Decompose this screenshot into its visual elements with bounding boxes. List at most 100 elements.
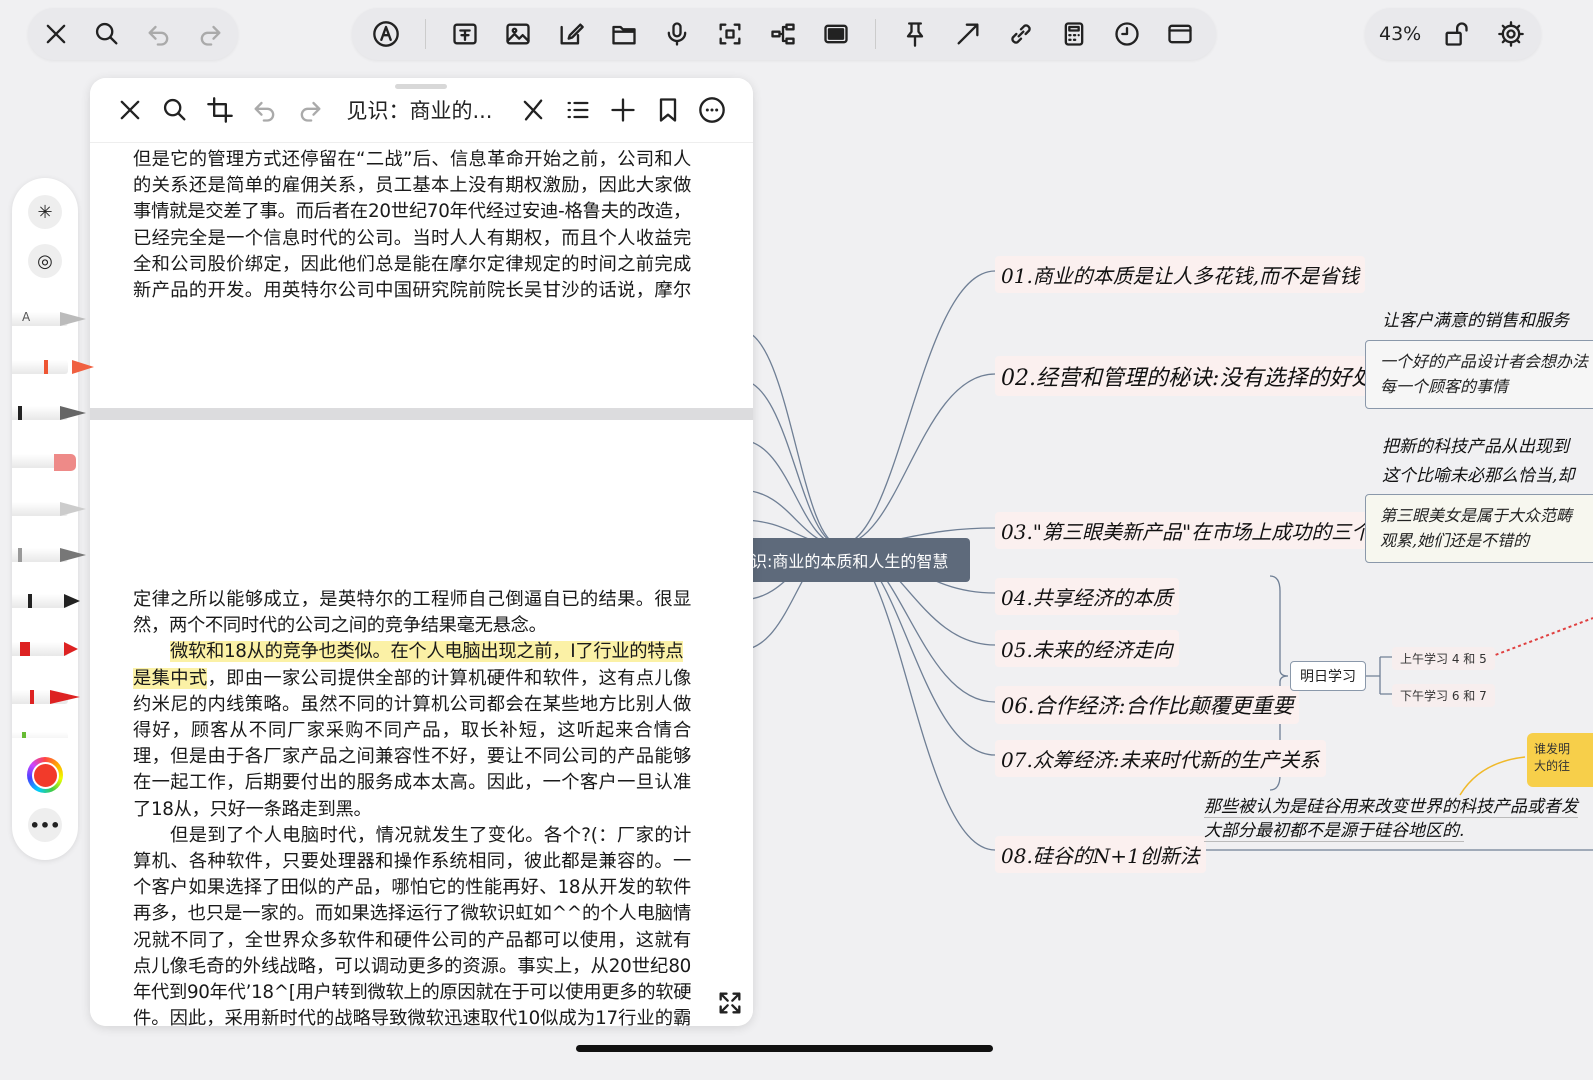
eraser-tool[interactable]: [12, 446, 78, 476]
black-fineliner-tool[interactable]: [12, 586, 80, 616]
more-tools-icon[interactable]: •••: [28, 808, 62, 842]
text-line: 在一起工作，后期要付出的服务成本太高。因此，一个客户一旦认准: [133, 770, 691, 796]
text-run: 的关系还是简单的雇佣关系，员工基本上没有期权激励，因此大家做: [133, 175, 691, 197]
mindmap-branch-05[interactable]: 05.未来的经济走向: [995, 630, 1179, 667]
text-run: 但是它的管理方式还停留在“二战”后、信息革命开始之前，公司和人: [133, 149, 691, 170]
text-run: 况就不同了，全世界众多软件和硬件公司的产品都可以使用，这就有: [133, 929, 691, 951]
text-line: 新产品的开发。用英特尔公司中国研究院前院长吴甘沙的话说，摩尔: [133, 278, 691, 304]
dotted-link: [1489, 617, 1593, 658]
branch-line-1: [839, 270, 996, 546]
text-line: 约米尼的内线策略。虽然不同的计算机公司都会在某些地方比别人做: [133, 692, 691, 718]
note-03-above[interactable]: 这个比喻未必那么恰当,却: [1382, 461, 1574, 486]
note-box-02-line: 一个好的产品设计者会想办法: [1380, 352, 1589, 371]
yellow-node[interactable]: 谁发明 大的往: [1527, 733, 1593, 787]
drag-handle[interactable]: [395, 84, 447, 89]
list-icon[interactable]: [555, 90, 600, 130]
text-pencil-tool[interactable]: A: [12, 304, 86, 334]
undo-icon[interactable]: [243, 90, 288, 130]
note-03-above[interactable]: 把新的科技产品从出现到: [1382, 432, 1569, 457]
text-line: 件。因此，采用新时代的战略导致微软迅速取代10似成为17行业的霸: [133, 1006, 691, 1026]
text-line: 已经完全是一个信息时代的公司。当时人人有期权，而且个人收益完: [133, 226, 691, 252]
fullscreen-icon[interactable]: [710, 983, 750, 1023]
note-08-line[interactable]: 大部分最初都不是源于硅谷地区的.: [1204, 816, 1465, 842]
yellow-node-line: 大的往: [1534, 759, 1571, 773]
text-run: 理，但是由于各厂家产品之间兼容性不好，要让不同公司的产品能够: [133, 746, 691, 768]
text-line: 是集中式，即由一家公司提供全部的计算机硬件和软件，这有点儿像: [133, 666, 691, 692]
text-line: 了18从，只好一条路走到黑。: [133, 797, 691, 823]
note-box-03-line: 观累,她们还是不错的: [1380, 531, 1530, 550]
text-line: 然，两个不同时代的公司之间的竞争结果毫无悬念。: [133, 613, 691, 639]
search-icon[interactable]: [153, 90, 198, 130]
page-break: [90, 408, 753, 420]
plus-icon[interactable]: [600, 90, 645, 130]
plan-node[interactable]: 明日学习: [1290, 661, 1366, 691]
text-run: 再多，也只是一家的。而如果选择运行了微软识虹如^^的个人电脑情: [133, 903, 691, 925]
plan-connector: [1366, 656, 1392, 695]
green-pen-tool[interactable]: [12, 724, 78, 738]
bookmark-icon[interactable]: [645, 90, 690, 130]
text-line: 个客户如果选择了田似的产品，哪怕它的性能再好、18从开发的软件: [133, 875, 691, 901]
text-line: 的关系还是简单的雇佣关系，员工基本上没有期权激励，因此大家做: [133, 173, 691, 199]
text-line: 得好，顾客从不同厂家采购不同产品，取长补短，这听起来合情合: [133, 718, 691, 744]
note-box-02[interactable]: 一个好的产品设计者会想办法 每一个顾客的事情: [1365, 340, 1593, 409]
text-run: 事情就是交差了事。而后者在20世纪70年代经过安迪-格鲁夫的改造，: [133, 201, 691, 223]
text-line: 但是到了个人电脑时代，情况就发生了变化。各个?(：厂家的计: [133, 823, 691, 849]
gray-fountain-pen-tool[interactable]: [12, 540, 86, 570]
yellow-node-line: 谁发明: [1534, 742, 1571, 756]
note-02-above[interactable]: 让客户满意的销售和服务: [1382, 306, 1569, 331]
color-picker[interactable]: [27, 757, 63, 793]
text-line: 全和公司股价绑定，因此他们总是能在摩尔定律规定的时间之前完成: [133, 252, 691, 278]
laser-pointer-icon[interactable]: ✳: [28, 195, 62, 229]
text-run: 年代到90年代’18^[用户转到微软上的原因就在于可以使用更多的软硬: [133, 982, 692, 1003]
text-line: 理，但是由于各厂家产品之间兼容性不好，要让不同公司的产品能够: [133, 744, 691, 770]
text-run: 新产品的开发。用英特尔公司中国研究院前院长吴甘沙的话说，摩尔: [133, 280, 691, 301]
mindmap-branch-02[interactable]: 02.经营和管理的秘诀:没有选择的好处: [995, 356, 1380, 396]
branch-line-2: [839, 373, 996, 546]
black-fountain-pen-tool[interactable]: [12, 398, 86, 428]
red-highlighter-tool[interactable]: [12, 682, 80, 712]
mindmap-branch-04[interactable]: 04.共享经济的本质: [995, 578, 1179, 615]
mindmap-branch-07[interactable]: 07.众筹经济:未来时代新的生产关系: [995, 740, 1326, 777]
note-box-02-line: 每一个顾客的事情: [1380, 377, 1509, 396]
mindmap-center-node[interactable]: 识:商业的本质和人生的智慧: [745, 538, 970, 582]
yellow-arrow: [1459, 756, 1526, 796]
pen-off-icon[interactable]: [510, 90, 555, 130]
mindmap-branch-01[interactable]: 01.商业的本质是让人多花钱,而不是省钱: [995, 256, 1366, 293]
document-page-1: 但是它的管理方式还停留在“二战”后、信息革命开始之前，公司和人 的关系还是简单的雇…: [90, 143, 753, 408]
current-color-swatch: [31, 761, 59, 789]
red-pencil-tool[interactable]: [12, 352, 94, 382]
more-icon[interactable]: [690, 90, 735, 130]
text-run: 定律之所以能够成立，是英特尔的工程师自己倒逼自已的结果。很显: [133, 589, 691, 610]
text-line: 年代到90年代’18^[用户转到微软上的原因就在于可以使用更多的软硬: [133, 980, 691, 1006]
lasso-icon[interactable]: ◎: [28, 244, 62, 278]
close-icon[interactable]: [108, 90, 153, 130]
note-box-03[interactable]: 第三眼美女是属于大众范畴 观累,她们还是不错的: [1365, 494, 1593, 563]
mindmap-branch-06[interactable]: 06.合作经济:合作比颠覆更重要: [995, 686, 1300, 724]
text-line: 定律之所以能够成立，是英特尔的工程师自己倒逼自已的结果。很显: [133, 587, 691, 613]
text-run: ，即由一家公司提供全部的计算机硬件和软件，这有点儿像: [207, 667, 691, 689]
red-marker-tool[interactable]: [12, 634, 78, 664]
document-page-2: 定律之所以能够成立，是英特尔的工程师自己倒逼自已的结果。很显然，两个不同时代的公…: [90, 420, 753, 1026]
plan-child-afternoon[interactable]: 下午学习 6 和 7: [1392, 684, 1495, 707]
text-line: 况就不同了，全世界众多软件和硬件公司的产品都可以使用，这就有: [133, 928, 691, 954]
text-run: 全和公司股价绑定，因此他们总是能在摩尔定律规定的时间之前完成: [133, 253, 691, 275]
note-08-line[interactable]: 那些被认为是硅谷用来改变世界的科技产品或者发: [1204, 792, 1578, 818]
crop-icon[interactable]: [198, 90, 243, 130]
text-run: 件。因此，采用新时代的战略导致微软迅速取代10似成为17行业的霸: [133, 1008, 691, 1026]
text-run: 点儿像毛奇的外线战略，可以调动更多的资源。事实上，从20世纪80: [133, 955, 691, 977]
pattern-pencil-tool[interactable]: [12, 494, 86, 524]
redo-icon[interactable]: [288, 90, 333, 130]
plan-child-morning[interactable]: 上午学习 4 和 5: [1392, 647, 1495, 670]
document-title[interactable]: 见识：商业的...: [346, 95, 492, 125]
mindmap-branch-08[interactable]: 08.硅谷的N+1创新法: [995, 836, 1206, 873]
text-line: 再多，也只是一家的。而如果选择运行了微软识虹如^^的个人电脑情: [133, 901, 691, 927]
branch-line-left: [739, 329, 841, 546]
text-run: 在一起工作，后期要付出的服务成本太高。因此，一个客户一旦认准: [133, 772, 691, 794]
text-run: 但是到了个人电脑时代，情况就发生了变化。各个?(：厂家的计: [170, 824, 691, 846]
text-run: 了18从，只好一条路走到黑。: [133, 798, 372, 820]
note-box-03-line: 第三眼美女是属于大众范畴: [1380, 506, 1573, 525]
highlighted-text[interactable]: 微软和18从的竞争也类似。在个人电脑出现之前，I了行业的特点: [170, 641, 684, 663]
mindmap-branch-03[interactable]: 03."第三眼美新产品"在市场上成功的三个阶段: [995, 512, 1418, 549]
highlighted-text[interactable]: 是集中式: [133, 667, 208, 689]
text-run: 约米尼的内线策略。虽然不同的计算机公司都会在某些地方比别人做: [133, 693, 691, 715]
